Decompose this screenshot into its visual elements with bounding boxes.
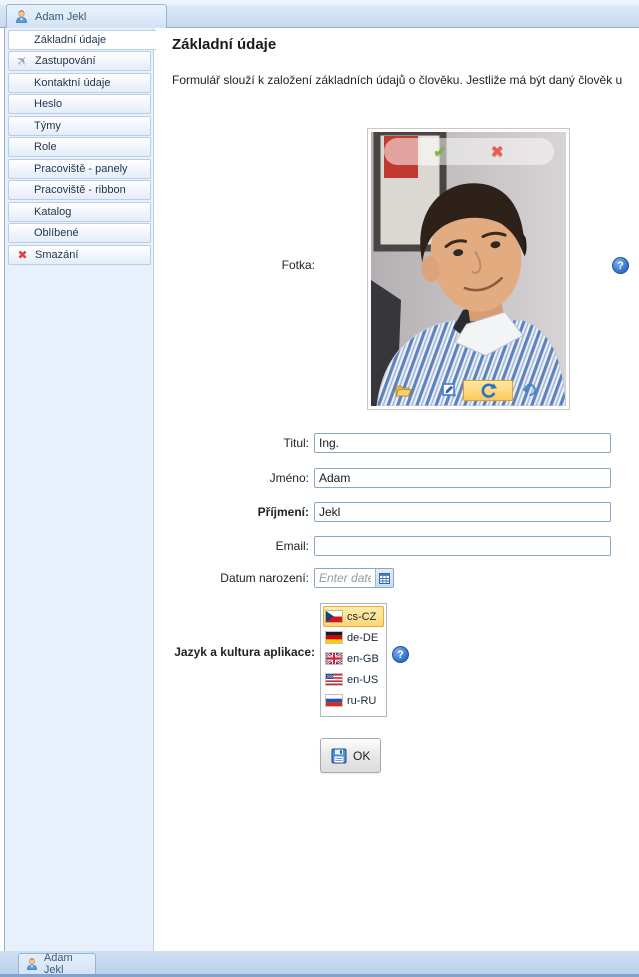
- intro-text: Formulář slouží k založení základních úd…: [172, 73, 622, 87]
- language-label: Jazyk a kultura aplikace:: [160, 645, 315, 659]
- page-title: Základní údaje: [172, 36, 276, 53]
- czech-flag-icon: [326, 611, 342, 622]
- sidebar-item-zastupovani[interactable]: ✈ Zastupování: [8, 51, 151, 71]
- language-option-label: en-GB: [347, 653, 379, 665]
- sidebar-item-label: Smazání: [35, 249, 78, 261]
- sidebar-item-heslo[interactable]: Heslo: [8, 94, 151, 114]
- edit-photo-icon[interactable]: [442, 383, 456, 402]
- language-option-label: cs-CZ: [347, 611, 376, 623]
- sidebar-item-zakladni-udaje[interactable]: Základní údaje: [8, 30, 156, 50]
- ok-button-label: OK: [353, 749, 370, 763]
- person-icon: [14, 9, 29, 24]
- language-option-cs-cz[interactable]: cs-CZ: [323, 606, 384, 627]
- top-header-bar: Adam Jekl: [0, 0, 639, 28]
- open-folder-icon[interactable]: [394, 382, 412, 403]
- main-content: Základní údaje Formulář slouží k založen…: [154, 28, 639, 951]
- sidebar-item-tymy[interactable]: Týmy: [8, 116, 151, 136]
- sidebar-item-kontaktni-udaje[interactable]: Kontaktní údaje: [8, 73, 151, 93]
- sidebar-item-label: Oblíbené: [34, 227, 79, 239]
- sidebar-item-label: Týmy: [34, 120, 61, 132]
- app-window: Adam Jekl Základní údaje ✈ Zastupování K…: [0, 0, 639, 977]
- titul-input[interactable]: [314, 433, 611, 453]
- photo-confirm-icon[interactable]: ✔: [433, 142, 446, 162]
- sidebar-item-label: Kontaktní údaje: [34, 77, 110, 89]
- photo-toolbar: [372, 380, 567, 402]
- language-option-ru-ru[interactable]: ru-RU: [323, 690, 384, 711]
- sidebar-item-label: Základní údaje: [34, 34, 106, 46]
- sidebar-item-oblibene[interactable]: Oblíbené: [8, 223, 151, 243]
- rotate-photo-button[interactable]: [463, 380, 513, 401]
- sidebar-item-label: Pracoviště - ribbon: [34, 184, 126, 196]
- jmeno-input[interactable]: [314, 468, 611, 488]
- prijmeni-label: Příjmení:: [154, 505, 309, 519]
- uk-flag-icon: [326, 653, 342, 664]
- email-input[interactable]: [314, 536, 611, 556]
- field-row-datum-narozeni: Datum narození:: [154, 568, 639, 588]
- undo-icon[interactable]: [522, 383, 537, 402]
- sidebar-item-smazani[interactable]: ✖ Smazání: [8, 245, 151, 265]
- language-help-icon[interactable]: ?: [392, 646, 409, 663]
- sidebar-item-label: Zastupování: [35, 55, 96, 67]
- language-option-label: ru-RU: [347, 695, 376, 707]
- language-option-de-de[interactable]: de-DE: [323, 627, 384, 648]
- photo-editor: ✔ ✖: [367, 128, 570, 410]
- language-listbox: cs-CZ de-DE en-GB: [320, 603, 387, 717]
- sidebar-item-role[interactable]: Role: [8, 137, 151, 157]
- date-field: [314, 568, 394, 588]
- language-option-en-us[interactable]: en-US: [323, 669, 384, 690]
- header-tab-adam-jekl[interactable]: Adam Jekl: [6, 4, 167, 28]
- prijmeni-input[interactable]: [314, 502, 611, 522]
- sidebar-item-label: Pracoviště - panely: [34, 163, 128, 175]
- taskbar-tab-label: Adam Jekl: [44, 952, 95, 976]
- sidebar-item-label: Role: [34, 141, 57, 153]
- russian-flag-icon: [326, 695, 342, 706]
- field-row-titul: Titul:: [154, 433, 639, 453]
- photo-label: Fotka:: [160, 258, 315, 272]
- save-floppy-icon: [331, 748, 347, 764]
- sidebar-item-label: Katalog: [34, 206, 71, 218]
- delete-x-icon: ✖: [15, 248, 30, 262]
- sidebar: Základní údaje ✈ Zastupování Kontaktní ú…: [4, 28, 153, 951]
- taskbar-tab-adam-jekl[interactable]: Adam Jekl: [18, 953, 96, 974]
- us-flag-icon: [326, 674, 342, 685]
- field-row-jmeno: Jméno:: [154, 468, 639, 488]
- titul-label: Titul:: [154, 436, 309, 450]
- photo-confirm-bar: ✔ ✖: [384, 138, 554, 165]
- date-input[interactable]: [315, 569, 375, 587]
- language-option-label: en-US: [347, 674, 378, 686]
- sidebar-item-pracoviste-panely[interactable]: Pracoviště - panely: [8, 159, 151, 179]
- jmeno-label: Jméno:: [154, 471, 309, 485]
- calendar-trigger-button[interactable]: [375, 569, 393, 587]
- field-row-email: Email:: [154, 536, 639, 556]
- calendar-icon: [379, 573, 390, 584]
- sidebar-item-label: Heslo: [34, 98, 62, 110]
- body-panel: Základní údaje ✈ Zastupování Kontaktní ú…: [0, 28, 639, 951]
- language-option-en-gb[interactable]: en-GB: [323, 648, 384, 669]
- airplane-icon: ✈: [12, 50, 34, 72]
- bottom-taskbar: Adam Jekl: [0, 951, 639, 977]
- ok-button[interactable]: OK: [320, 738, 381, 773]
- person-icon: [25, 957, 39, 971]
- photo-cancel-icon[interactable]: ✖: [491, 142, 504, 162]
- email-label: Email:: [154, 539, 309, 553]
- photo-help-icon[interactable]: ?: [612, 257, 629, 274]
- sidebar-content-divider: [153, 28, 154, 951]
- portrait-photo: [371, 132, 566, 406]
- language-option-label: de-DE: [347, 632, 378, 644]
- sidebar-item-pracoviste-ribbon[interactable]: Pracoviště - ribbon: [8, 180, 151, 200]
- german-flag-icon: [326, 632, 342, 643]
- datum-narozeni-label: Datum narození:: [154, 571, 309, 585]
- field-row-prijmeni: Příjmení:: [154, 502, 639, 522]
- sidebar-item-katalog[interactable]: Katalog: [8, 202, 151, 222]
- header-tab-label: Adam Jekl: [35, 11, 86, 23]
